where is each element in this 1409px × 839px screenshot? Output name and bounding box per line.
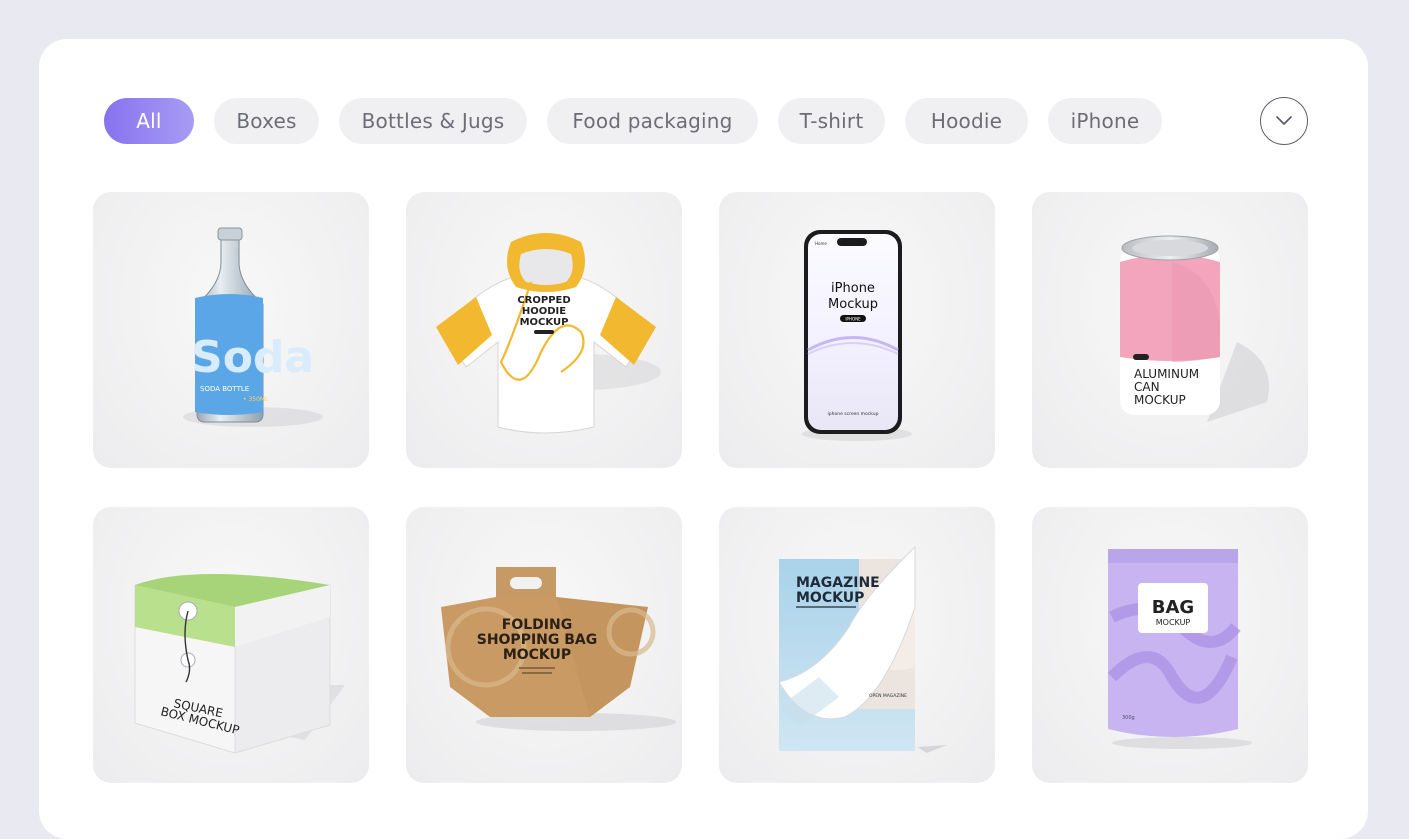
hoodie-text-line-1: CROPPED: [517, 295, 570, 306]
pouch-weight-text: 300g: [1122, 715, 1135, 721]
mockup-card-square-box[interactable]: SQUARE BOX MOCKUP: [93, 507, 369, 783]
iphone-title-line-1: iPhone: [831, 281, 875, 296]
magazine-title-line-2: MOCKUP: [796, 590, 864, 606]
pouch-title-text: BAG: [1152, 597, 1194, 618]
square-box-illustration: SQUARE BOX MOCKUP: [134, 574, 345, 754]
soda-bottle-brand-text: Soda: [191, 332, 314, 383]
mockup-card-aluminum-can[interactable]: ALUMINUM CAN MOCKUP: [1032, 192, 1308, 468]
pouch-subtitle-text: MOCKUP: [1156, 618, 1191, 627]
category-filter-bar: All Boxes Bottles & Jugs Food packaging …: [104, 97, 1309, 145]
aluminum-can-illustration: ALUMINUM CAN MOCKUP: [1120, 235, 1269, 422]
can-text-line-1: ALUMINUM: [1134, 367, 1199, 381]
filter-chip-iphone[interactable]: iPhone: [1048, 98, 1162, 144]
filter-chip-tshirt[interactable]: T-shirt: [778, 98, 885, 144]
magazine-title-line-1: MAGAZINE: [796, 575, 880, 591]
iphone-caption-text: iphone screen mockup: [828, 411, 879, 417]
mockup-card-magazine[interactable]: MAGAZINE MOCKUP OPEN MAGAZINE: [719, 507, 995, 783]
mockup-card-cropped-hoodie[interactable]: CROPPED HOODIE MOCKUP: [406, 192, 682, 468]
soda-bottle-label-text: SODA BOTTLE: [200, 385, 249, 393]
filter-chip-bottles-jugs[interactable]: Bottles & Jugs: [339, 98, 527, 144]
iphone-title-line-2: Mockup: [828, 297, 878, 312]
bag-text-line-1: FOLDING: [502, 617, 572, 633]
mockup-panel: All Boxes Bottles & Jugs Food packaging …: [39, 39, 1368, 839]
bag-text-line-2: SHOPPING BAG: [477, 632, 598, 648]
soda-bottle-illustration: Soda SODA BOTTLE • 350ML: [183, 227, 323, 427]
chevron-down-icon: [1276, 116, 1292, 125]
soda-bottle-volume-text: • 350ML: [243, 396, 269, 403]
mockup-card-pouch-bag[interactable]: BAG MOCKUP 300g: [1032, 507, 1308, 783]
cropped-hoodie-illustration: CROPPED HOODIE MOCKUP: [436, 233, 661, 434]
hoodie-text-line-2: HOODIE: [522, 306, 566, 317]
pouch-bag-illustration: BAG MOCKUP 300g: [1107, 549, 1252, 749]
expand-filters-button[interactable]: [1260, 97, 1308, 145]
can-text-line-3: MOCKUP: [1134, 393, 1186, 407]
mockup-card-folding-shopping-bag[interactable]: FOLDING SHOPPING BAG MOCKUP: [406, 507, 682, 783]
iphone-illustration: Home iPhone Mockup IPHONE iphone screen …: [802, 230, 912, 441]
iphone-home-text: Home: [815, 241, 827, 246]
bag-text-line-3: MOCKUP: [503, 647, 571, 663]
magazine-caption-text: OPEN MAGAZINE: [869, 693, 907, 699]
mockup-card-iphone[interactable]: Home iPhone Mockup IPHONE iphone screen …: [719, 192, 995, 468]
filter-chip-hoodie[interactable]: Hoodie: [905, 98, 1028, 144]
magazine-illustration: MAGAZINE MOCKUP OPEN MAGAZINE: [778, 545, 947, 753]
mockup-card-soda-bottle[interactable]: Soda SODA BOTTLE • 350ML: [93, 192, 369, 468]
shopping-bag-illustration: FOLDING SHOPPING BAG MOCKUP: [441, 567, 676, 731]
filter-chip-all[interactable]: All: [104, 98, 194, 144]
iphone-badge-text: IPHONE: [845, 317, 861, 322]
filter-chip-boxes[interactable]: Boxes: [214, 98, 319, 144]
can-text-line-2: CAN: [1134, 380, 1160, 394]
filter-chip-food-packaging[interactable]: Food packaging: [547, 98, 758, 144]
hoodie-text-line-3: MOCKUP: [520, 317, 569, 328]
